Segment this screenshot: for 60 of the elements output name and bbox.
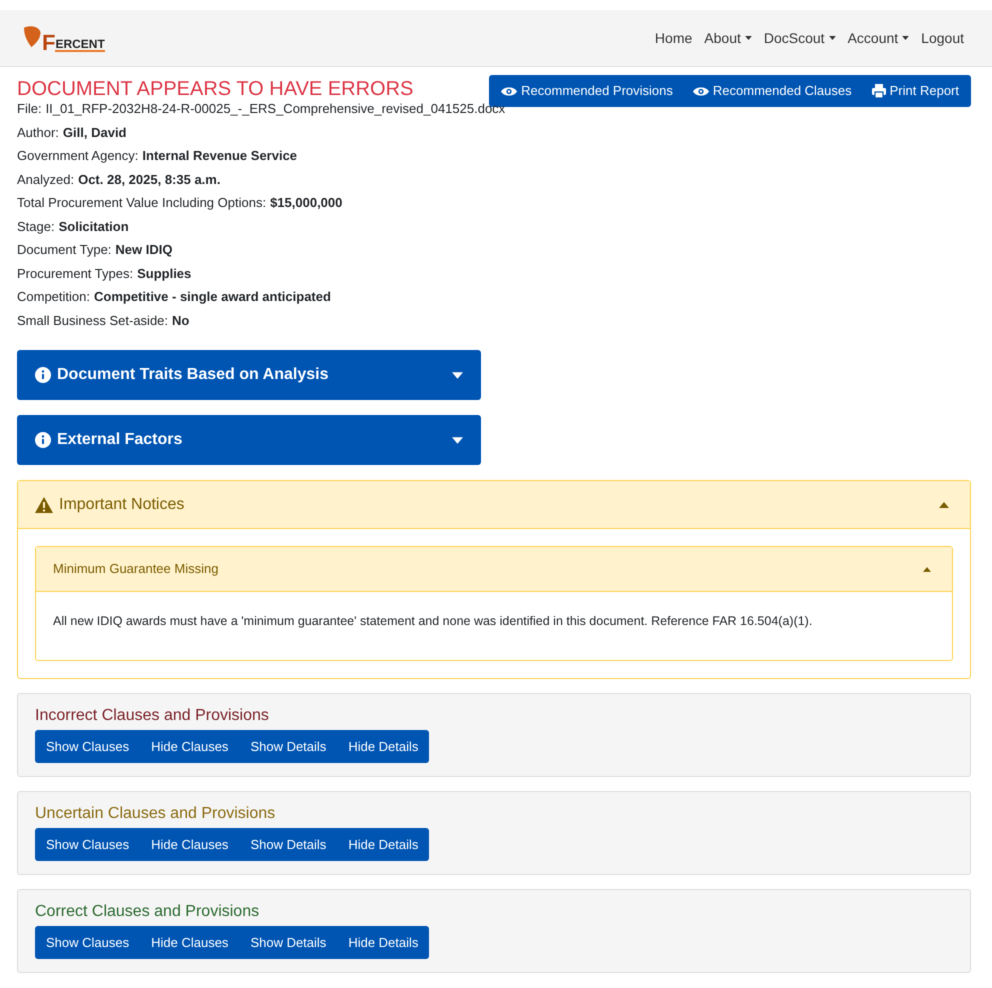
logo-initial: F [42, 32, 56, 54]
detail-value: Supplies [137, 264, 192, 283]
detail-label: Government Agency: [17, 147, 138, 165]
detail-label: Author: [17, 124, 59, 142]
toggle-button[interactable]: Hide Details [337, 926, 430, 959]
info-icon [35, 367, 51, 383]
collapsible-panel-header[interactable]: External Factors [17, 415, 481, 465]
detail-value: Internal Revenue Service [142, 147, 298, 165]
logo-text: ERCENT [55, 38, 105, 52]
detail-value: Gill, David [62, 124, 126, 142]
nav-link[interactable]: About [704, 28, 752, 48]
detail-label: File: [17, 100, 42, 118]
section-title: Incorrect Clauses and Provisions [35, 706, 270, 726]
caret-down-icon [452, 372, 463, 378]
toggle-button[interactable]: Hide Clauses [140, 926, 240, 959]
info-icon [35, 432, 51, 448]
caret-up-icon [923, 566, 931, 572]
toggle-button[interactable]: Hide Details [337, 828, 430, 861]
caret-up-icon [939, 502, 949, 508]
detail-label: Small Business Set-aside: [17, 312, 168, 330]
eye-icon [692, 86, 709, 96]
detail-label: Analyzed: [17, 170, 74, 189]
page-title: DOCUMENT APPEARS TO HAVE ERRORS [17, 79, 414, 99]
nav-link[interactable]: Account [848, 28, 910, 48]
action-button[interactable]: Print Report [862, 75, 969, 107]
collapsible-panel-header[interactable]: Document Traits Based on Analysis [17, 350, 481, 400]
eye-icon [501, 86, 518, 96]
nav-link[interactable]: DocScout [764, 28, 836, 48]
toggle-button[interactable]: Show Details [239, 828, 338, 861]
detail-value: $15,000,000 [270, 194, 342, 212]
logo[interactable]: FERCENT [24, 22, 105, 54]
nav-link[interactable]: Home [654, 28, 692, 48]
detail-value: Oct. 28, 2025, 8:35 a.m. [78, 170, 220, 188]
toggle-button[interactable]: Show Details [239, 926, 338, 959]
printer-icon [872, 84, 886, 98]
detail-label: Competition: [17, 288, 90, 306]
toggle-button[interactable]: Hide Clauses [140, 730, 240, 763]
detail-value: Solicitation [58, 218, 129, 236]
notices-header[interactable]: Important Notices [18, 481, 970, 529]
detail-value: Competitive - single award anticipated [94, 288, 331, 306]
detail-label: Total Procurement Value Including Options: [17, 194, 266, 212]
toggle-button[interactable]: Show Clauses [35, 926, 140, 959]
toggle-button[interactable]: Hide Clauses [140, 828, 240, 861]
toggle-button[interactable]: Show Details [239, 730, 338, 763]
detail-label: Procurement Types: [17, 264, 134, 283]
section-title: Correct Clauses and Provisions [35, 902, 260, 922]
toggle-button[interactable]: Show Clauses [35, 828, 140, 861]
nav-link[interactable]: Logout [921, 28, 964, 48]
action-button[interactable]: Recommended Clauses [682, 75, 862, 107]
warning-icon [35, 496, 53, 512]
notice-header[interactable]: Minimum Guarantee Missing [36, 547, 952, 592]
detail-value: No [172, 312, 190, 330]
detail-label: Document Type: [17, 241, 112, 259]
detail-label: Stage: [17, 218, 55, 236]
notice-text: All new IDIQ awards must have a 'minimum guarantee' statement and none was identified in this document. Reference FAR 16.504(a)(1). [53, 613, 814, 630]
detail-value: New IDIQ [115, 241, 172, 259]
toggle-button[interactable]: Show Clauses [35, 730, 140, 763]
caret-down-icon [452, 436, 463, 444]
toggle-button[interactable]: Hide Details [337, 730, 430, 763]
section-title: Uncertain Clauses and Provisions [35, 804, 276, 824]
